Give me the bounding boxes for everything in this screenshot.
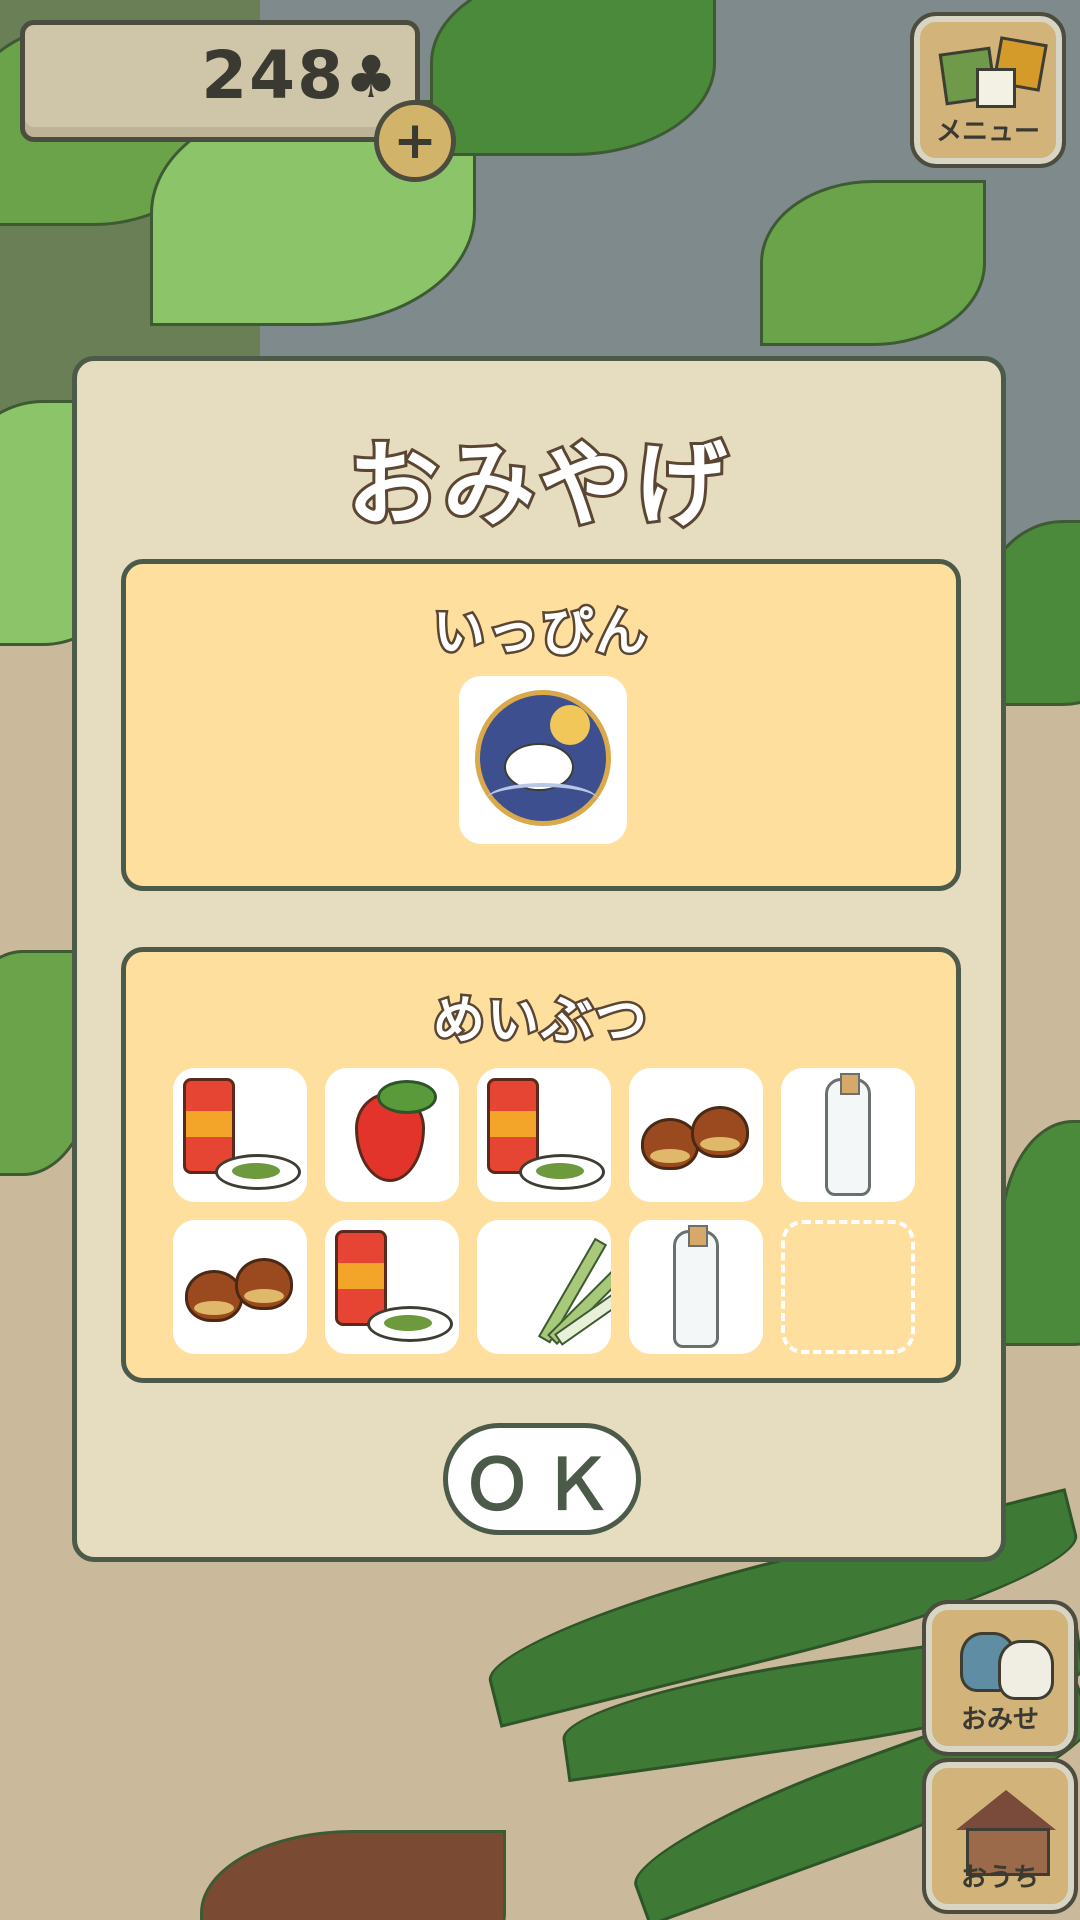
souvenir-dialog: おみやげ いっぴん めいぶつ ＯＫ <box>72 356 1006 1562</box>
home-button[interactable]: おうち <box>922 1758 1078 1914</box>
meibutsu-panel: めいぶつ <box>121 947 961 1383</box>
bottle-icon <box>825 1073 871 1196</box>
chestnut-icon <box>185 1270 243 1322</box>
menu-icon-square <box>976 68 1016 108</box>
leaf-decoration <box>760 180 986 346</box>
wave-icon <box>486 783 598 817</box>
ok-button[interactable]: ＯＫ <box>443 1423 641 1535</box>
strawberry-leaf-icon <box>377 1080 437 1114</box>
meibutsu-slot[interactable] <box>477 1068 611 1202</box>
rabbit-moon-plate-icon <box>475 690 611 826</box>
shop-button[interactable]: おみせ <box>922 1600 1078 1756</box>
clover-count: 248 <box>201 37 345 114</box>
tea-plate-icon <box>519 1154 605 1190</box>
meibutsu-slot[interactable] <box>629 1068 763 1202</box>
green-onion-icon <box>487 1237 611 1346</box>
specialty-slot[interactable] <box>459 676 627 844</box>
dialog-title: おみやげ <box>344 429 731 542</box>
home-label: おうち <box>960 1863 1039 1893</box>
empty-slot <box>781 1220 915 1354</box>
clover-counter: 248 ♣ <box>20 20 420 142</box>
meibutsu-slot[interactable] <box>477 1220 611 1354</box>
chestnut-icon <box>235 1258 293 1310</box>
tea-plate-icon <box>215 1154 301 1190</box>
bottle-icon <box>673 1225 719 1348</box>
chestnut-icon <box>641 1118 699 1170</box>
moon-icon <box>550 705 590 745</box>
meibutsu-slot[interactable] <box>325 1220 459 1354</box>
meibutsu-slot[interactable] <box>325 1068 459 1202</box>
meibutsu-slot[interactable] <box>629 1220 763 1354</box>
specialty-panel: いっぴん <box>121 559 961 891</box>
specialty-title: いっぴん <box>430 601 649 666</box>
clover-icon: ♣ <box>345 43 397 111</box>
shop-label: おみせ <box>960 1705 1039 1735</box>
tea-plate-icon <box>367 1306 453 1342</box>
meibutsu-slot[interactable] <box>781 1068 915 1202</box>
meibutsu-title: めいぶつ <box>430 989 649 1054</box>
chestnut-icon <box>691 1106 749 1158</box>
menu-button[interactable]: メニュー <box>910 12 1066 168</box>
menu-label: メニュー <box>935 117 1040 147</box>
house-icon <box>956 1790 1056 1830</box>
add-clover-button[interactable]: + <box>374 100 456 182</box>
meibutsu-slot[interactable] <box>173 1068 307 1202</box>
bag-icon <box>998 1640 1054 1700</box>
meibutsu-slot[interactable] <box>173 1220 307 1354</box>
